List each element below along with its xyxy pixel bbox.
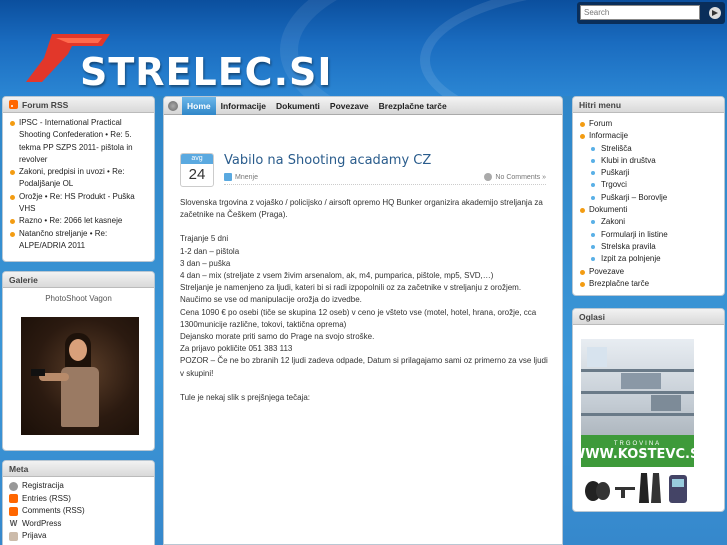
search-submit-icon[interactable] bbox=[709, 7, 721, 19]
forum-rss-item[interactable]: Zakoni, predpisi in uvozi • Re: Podaljša… bbox=[9, 166, 148, 191]
hitri-menu-widget: Hitri menu Forum Informacije Strelišča K… bbox=[572, 96, 725, 296]
meta-item[interactable]: Registracija bbox=[9, 480, 148, 493]
widget-title: Meta bbox=[3, 461, 154, 477]
post-body: Slovenska trgovina z vojaško / policijsk… bbox=[180, 197, 550, 416]
menu-subitem[interactable]: Trgovci bbox=[579, 179, 718, 191]
nav-home[interactable]: Home bbox=[182, 97, 216, 115]
nav-informacije[interactable]: Informacije bbox=[216, 97, 271, 115]
comment-icon bbox=[484, 173, 493, 181]
ad-display bbox=[621, 373, 661, 389]
nav-dokumenti[interactable]: Dokumenti bbox=[271, 97, 325, 115]
menu-subitem[interactable]: Puškarji – Borovlje bbox=[579, 192, 718, 204]
forum-rss-item[interactable]: Natančno streljanje • Re: ALPE/ADRIA 201… bbox=[9, 228, 148, 253]
post-comments-label: No Comments » bbox=[495, 173, 546, 181]
post-comments[interactable]: No Comments » bbox=[484, 173, 546, 181]
forum-rss-widget: Forum RSS IPSC - International Practical… bbox=[2, 96, 155, 262]
forum-rss-item[interactable]: IPSC - International Practical Shooting … bbox=[9, 117, 148, 166]
post-category[interactable]: Mnenje bbox=[224, 173, 258, 181]
meta-item-label: WordPress bbox=[22, 518, 62, 528]
meta-item-label: Prijava bbox=[22, 531, 47, 540]
nav-brezplacne-tarce[interactable]: Brezplačne tarče bbox=[374, 97, 452, 115]
forum-rss-item[interactable]: Razno • Re: 2066 let kasneje bbox=[9, 215, 148, 227]
menu-item[interactable]: Dokumenti bbox=[579, 204, 718, 216]
menu-subitem[interactable]: Puškarji bbox=[579, 167, 718, 179]
search-input[interactable] bbox=[580, 5, 700, 20]
menu-subitem[interactable]: Klubi in društva bbox=[579, 155, 718, 167]
widget-title: Forum RSS bbox=[3, 97, 154, 113]
oglasi-widget: Oglasi TRGOVINA WWW.KOSTEVC.SI bbox=[572, 308, 725, 512]
post-title[interactable]: Vabilo na Shooting acadamy CZ bbox=[224, 153, 431, 168]
ad-shelf bbox=[581, 413, 694, 416]
ad-logo-brand: WWW.KOSTEVC.SI bbox=[581, 446, 694, 462]
menu-subitem[interactable]: Strelišča bbox=[579, 143, 718, 155]
menu-item[interactable]: Brezplačne tarče bbox=[579, 278, 718, 290]
main-nav: Home Informacije Dokumenti Povezave Brez… bbox=[164, 97, 562, 115]
menu-subitem[interactable]: Strelska pravila bbox=[579, 241, 718, 253]
forum-rss-title: Forum RSS bbox=[22, 99, 69, 110]
post-paragraph: Trajanje 5 dni 1-2 dan – pištola 3 dan –… bbox=[180, 234, 548, 378]
post-paragraph: Slovenska trgovina z vojaško / policijsk… bbox=[180, 198, 543, 220]
home-dot-icon[interactable] bbox=[164, 97, 182, 115]
photo-gun bbox=[31, 369, 45, 376]
meta-list: Registracija Entries (RSS) Comments (RSS… bbox=[3, 477, 154, 545]
rss-icon bbox=[9, 506, 18, 516]
widget-title: Hitri menu bbox=[573, 97, 724, 113]
search-box bbox=[577, 2, 725, 24]
menu-subitem[interactable]: Zakoni bbox=[579, 216, 718, 228]
ad-shelf bbox=[581, 369, 694, 372]
meta-item[interactable]: W WordPress bbox=[9, 518, 148, 531]
ad-products-icon[interactable] bbox=[581, 469, 694, 509]
ad-display bbox=[651, 395, 681, 411]
post-category-label: Mnenje bbox=[235, 173, 258, 181]
gallery-caption: PhotoShoot Vagon bbox=[45, 294, 112, 303]
widget-title: Galerie bbox=[3, 272, 154, 288]
gallery-photo[interactable] bbox=[21, 317, 139, 435]
menu-item[interactable]: Povezave bbox=[579, 266, 718, 278]
login-icon bbox=[9, 531, 18, 541]
ad-logo: TRGOVINA WWW.KOSTEVC.SI bbox=[581, 435, 694, 467]
folder-icon bbox=[224, 173, 232, 181]
galerie-widget: Galerie PhotoShoot Vagon bbox=[2, 271, 155, 451]
post-meta: Mnenje No Comments » bbox=[224, 173, 546, 185]
menu-item[interactable]: Informacije bbox=[579, 130, 718, 142]
meta-item[interactable]: Prijava bbox=[9, 530, 148, 543]
menu-subitem[interactable]: Formularji in listine bbox=[579, 229, 718, 241]
rss-icon bbox=[9, 494, 18, 504]
meta-item[interactable]: Entries (RSS) bbox=[9, 493, 148, 506]
forum-rss-item[interactable]: Orožje • Re: HS Produkt - Puška VHS bbox=[9, 191, 148, 216]
date-month: avg bbox=[181, 154, 213, 164]
meta-widget: Meta Registracija Entries (RSS) Comments… bbox=[2, 460, 155, 545]
ad-shelf bbox=[581, 391, 694, 394]
post-paragraph: Tule je nekaj slik s prejšnjega tečaja: bbox=[180, 392, 310, 402]
main-content: Home Informacije Dokumenti Povezave Brez… bbox=[163, 96, 563, 545]
menu-subitem[interactable]: Izpit za polnjenje bbox=[579, 253, 718, 265]
ad-display bbox=[587, 347, 607, 367]
ad-banner[interactable]: TRGOVINA WWW.KOSTEVC.SI bbox=[581, 339, 694, 467]
site-logo[interactable]: STRELEC.SI bbox=[80, 50, 333, 94]
gear-icon bbox=[9, 481, 18, 491]
photo-face bbox=[69, 339, 87, 361]
meta-item[interactable]: Comments (RSS) bbox=[9, 505, 148, 518]
meta-item-label: Registracija bbox=[22, 481, 64, 490]
hitri-menu-list: Forum Informacije Strelišča Klubi in dru… bbox=[573, 113, 724, 294]
date-day: 24 bbox=[188, 166, 206, 183]
site-header: STRELEC.SI bbox=[0, 0, 727, 96]
menu-item[interactable]: Forum bbox=[579, 118, 718, 130]
meta-item-label: Entries (RSS) bbox=[22, 493, 71, 503]
date-badge: avg 24 bbox=[180, 153, 214, 187]
widget-title: Oglasi bbox=[573, 309, 724, 325]
rss-icon bbox=[9, 100, 18, 109]
meta-item-label: Comments (RSS) bbox=[22, 506, 85, 515]
forum-rss-list: IPSC - International Practical Shooting … bbox=[3, 113, 154, 256]
wordpress-icon: W bbox=[9, 519, 18, 529]
nav-povezave[interactable]: Povezave bbox=[325, 97, 374, 115]
